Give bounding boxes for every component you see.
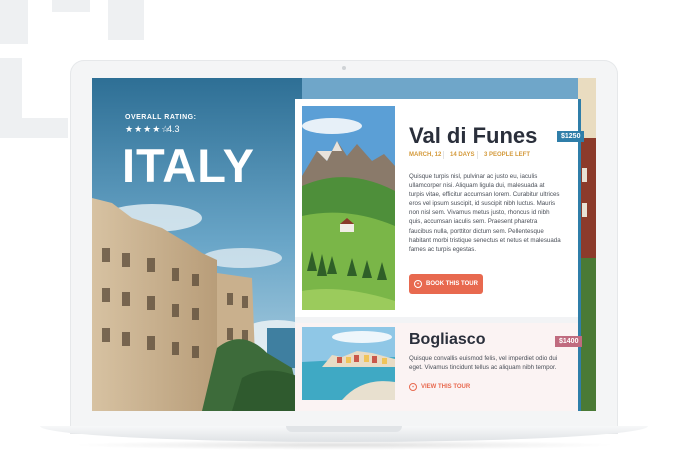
decor-block (52, 0, 90, 12)
tours-panel: Val di Funes $1250 MARCH, 12 14 DAYS 3 P… (295, 99, 585, 411)
laptop-screen: OVERALL RATING: ★★★★☆ 4.3 ITALY Val di F… (92, 78, 596, 411)
hero-image (92, 78, 302, 411)
country-title: ITALY (122, 139, 255, 192)
tour-duration: 14 DAYS (450, 152, 475, 158)
book-tour-label: BOOK THIS TOUR (426, 281, 478, 287)
decor-block (108, 0, 144, 40)
camera-icon (342, 66, 346, 70)
price-badge: $1400 (555, 336, 583, 347)
decor-block (0, 0, 28, 44)
tour-image-bogliasco[interactable] (302, 327, 395, 400)
tour-date: MARCH, 12 (409, 152, 442, 158)
book-tour-button[interactable]: + BOOK THIS TOUR (409, 274, 483, 294)
tour-availability: 3 PEOPLE LEFT (484, 152, 531, 158)
laptop-notch (286, 426, 402, 432)
tour-title: Bogliasco (409, 331, 486, 348)
tour-card-bogliasco: Bogliasco $1400 Quisque convallis euismo… (295, 323, 583, 411)
rating-stars-icon: ★★★★☆ (125, 124, 171, 134)
view-tour-label: VIEW THIS TOUR (421, 384, 471, 390)
plus-circle-icon: + (414, 280, 423, 288)
decor-block (0, 118, 68, 138)
view-tour-link[interactable]: + VIEW THIS TOUR (409, 383, 470, 391)
meta-divider (477, 151, 478, 159)
tour-description: Quisque turpis nisl, pulvinar ac justo e… (409, 173, 561, 253)
rating-value: 4.3 (167, 124, 180, 134)
price-badge: $1250 (557, 131, 585, 142)
tour-description: Quisque convallis euismod felis, vel imp… (409, 355, 558, 371)
tour-title: Val di Funes (409, 123, 538, 148)
plus-circle-icon: + (409, 383, 417, 391)
rating-label: OVERALL RATING: (125, 114, 197, 121)
tour-image-val-di-funes[interactable] (302, 106, 395, 310)
meta-divider (443, 151, 444, 159)
